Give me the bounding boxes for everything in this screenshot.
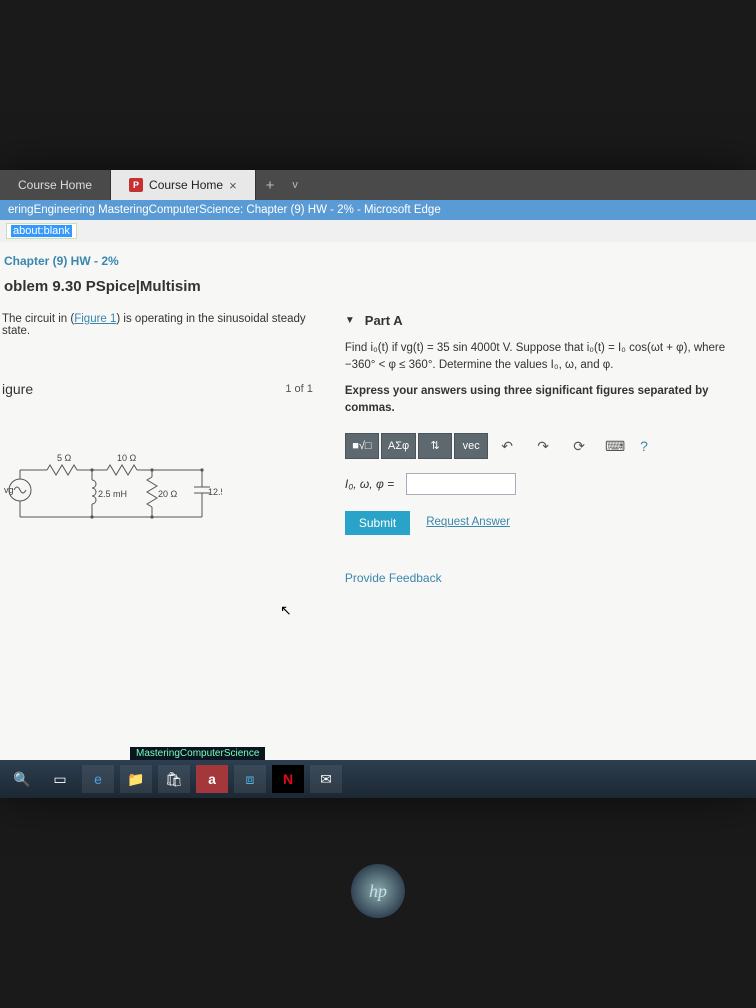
task-view-icon[interactable]: ▭	[44, 765, 76, 793]
address-bar: about:blank	[0, 220, 756, 242]
tab-label: Course Home	[18, 178, 92, 192]
hp-logo: hp	[351, 864, 405, 918]
request-answer-link[interactable]: Request Answer	[426, 514, 510, 531]
cap-label: 12.5 μF	[208, 487, 222, 497]
mail-icon[interactable]: ✉	[310, 765, 342, 793]
windows-taskbar: 🔍 ▭ e 📁 🛍 a ⧈ N ✉	[0, 760, 756, 798]
r3-label: 20 Ω	[158, 489, 178, 499]
browser-tab-bar: Course Home P Course Home × + v	[0, 170, 756, 200]
circuit-diagram: 5 Ω 10 Ω vg	[2, 445, 222, 535]
question-line-1: Find i₀(t) if vg(t) = 35 sin 4000t V. Su…	[345, 340, 754, 357]
template-button[interactable]: ■√□	[345, 433, 379, 459]
taskbar-preview-label: MasteringComputerScience	[130, 747, 265, 760]
part-label: Part A	[365, 313, 403, 328]
question-line-2: −360° < φ ≤ 360°. Determine the values I…	[345, 357, 754, 374]
vec-button[interactable]: vec	[454, 433, 488, 459]
answer-input[interactable]	[406, 473, 516, 495]
tab-list-chevron-icon[interactable]: v	[284, 170, 306, 200]
format-note: Express your answers using three signifi…	[345, 383, 754, 418]
greek-button[interactable]: ΑΣφ	[381, 433, 416, 459]
pearson-icon: P	[129, 178, 143, 192]
r2-label: 10 Ω	[117, 453, 137, 463]
figure-link[interactable]: Figure 1	[74, 313, 116, 325]
source-label: vg	[4, 485, 14, 495]
file-explorer-icon[interactable]: 📁	[120, 765, 152, 793]
url-field[interactable]: about:blank	[6, 223, 77, 239]
new-tab-button[interactable]: +	[256, 170, 285, 200]
tab-course-home-2[interactable]: P Course Home ×	[111, 170, 256, 200]
problem-title: oblem 9.30 PSpice|Multisim	[0, 274, 756, 313]
answer-label: I₀, ω, φ =	[345, 475, 394, 493]
search-icon[interactable]: 🔍	[6, 765, 38, 793]
equation-toolbar: ■√□ ΑΣφ ⇅ vec ↶ ↷ ⟳ ⌨ ?	[345, 433, 754, 459]
edge-icon[interactable]: e	[82, 765, 114, 793]
close-icon[interactable]: ×	[229, 178, 237, 193]
store-icon[interactable]: 🛍	[158, 765, 190, 793]
figure-counter: 1 of 1	[285, 383, 313, 395]
part-header[interactable]: ▼ Part A	[345, 313, 754, 328]
window-title: eringEngineering MasteringComputerScienc…	[0, 200, 756, 220]
r1-label: 5 Ω	[57, 453, 72, 463]
subsup-button[interactable]: ⇅	[418, 433, 452, 459]
access-icon[interactable]: a	[196, 765, 228, 793]
tab-label: Course Home	[149, 178, 223, 192]
redo-button[interactable]: ↷	[526, 433, 560, 459]
provide-feedback-link[interactable]: Provide Feedback	[345, 569, 754, 587]
inductor-label: 2.5 mH	[98, 489, 127, 499]
page-content: Chapter (9) HW - 2% oblem 9.30 PSpice|Mu…	[0, 242, 756, 798]
figure-heading: igure	[2, 381, 33, 397]
keyboard-button[interactable]: ⌨	[598, 433, 632, 459]
netflix-icon[interactable]: N	[272, 765, 304, 793]
reset-button[interactable]: ⟳	[562, 433, 596, 459]
help-icon[interactable]: ?	[640, 436, 648, 457]
cursor-icon: ↖	[280, 602, 292, 619]
dropbox-icon[interactable]: ⧈	[234, 765, 266, 793]
caret-down-icon: ▼	[345, 315, 355, 326]
submit-button[interactable]: Submit	[345, 511, 410, 535]
undo-button[interactable]: ↶	[490, 433, 524, 459]
tab-course-home-1[interactable]: Course Home	[0, 170, 111, 200]
breadcrumb[interactable]: Chapter (9) HW - 2%	[0, 242, 756, 274]
problem-prompt: The circuit in (Figure 1) is operating i…	[2, 313, 333, 337]
